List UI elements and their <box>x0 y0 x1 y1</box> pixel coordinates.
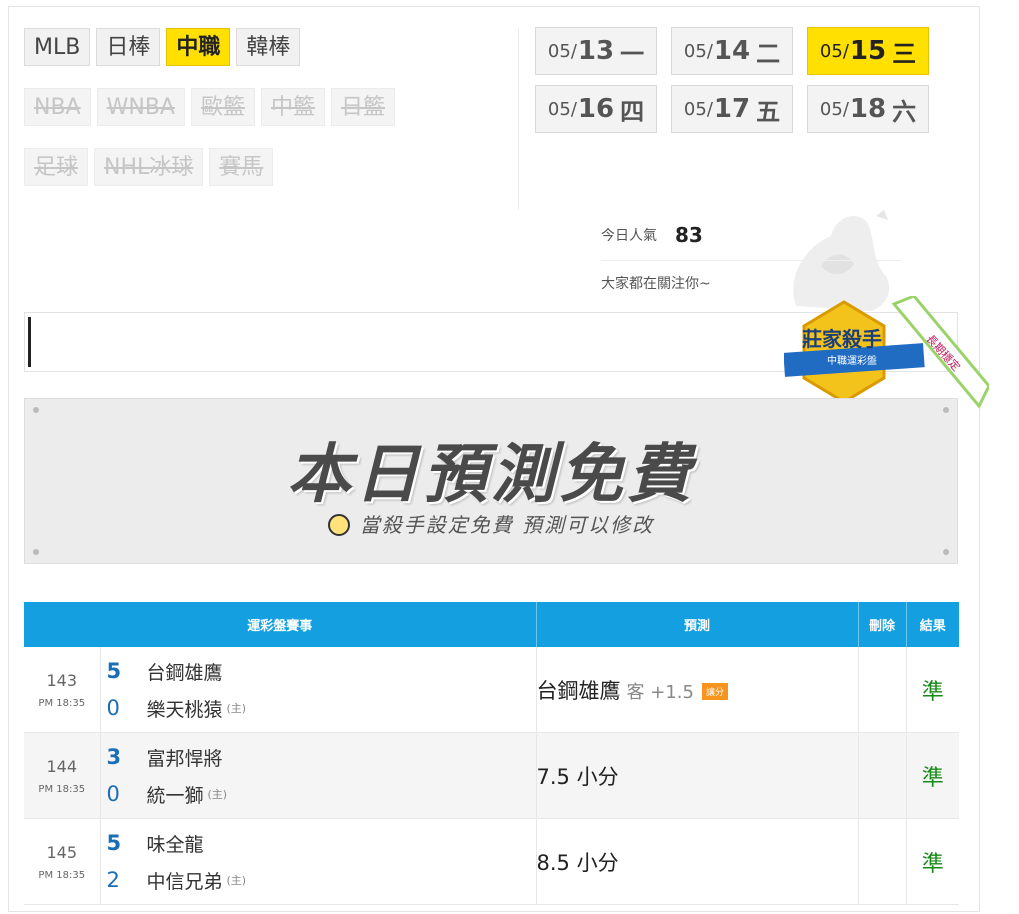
home-score: 0 <box>106 696 120 720</box>
header-result: 結果 <box>906 602 960 647</box>
league-tabs-row-2: NBA WNBA 歐籃 中籃 日籃 <box>24 88 396 126</box>
table-row: 144 PM 18:35 3 富邦悍將 0 統一獅 (主) 7.5 小分 準 <box>24 732 960 819</box>
game-id-cell: 145 PM 18:35 <box>24 818 101 905</box>
away-team: 台鋼雄鷹 <box>146 661 223 684</box>
popularity-message: 大家都在關注你~ <box>601 276 711 292</box>
home-marker: (主) <box>207 788 228 801</box>
header-prediction: 預測 <box>536 602 859 647</box>
date-button-0517[interactable]: 05/17 五 <box>671 85 793 133</box>
home-marker: (主) <box>226 874 247 887</box>
table-header: 運彩盤賽事 預測 刪除 結果 <box>24 602 960 647</box>
league-tab-nhl: NHL冰球 <box>94 148 204 186</box>
league-tab-horse-racing: 賽馬 <box>209 148 274 186</box>
date-button-0518[interactable]: 05/18 六 <box>807 85 929 133</box>
date-button-0516[interactable]: 05/16 四 <box>535 85 657 133</box>
badge-ribbon: 中職運彩盤 <box>827 354 877 367</box>
screw-icon <box>943 407 949 413</box>
league-tabs-row-3: 足球 NHL冰球 賽馬 <box>24 148 274 186</box>
delete-cell[interactable] <box>858 818 907 905</box>
banner-subtitle: 當殺手設定免費 預測可以修改 <box>25 509 957 538</box>
matchup-cell: 3 富邦悍將 0 統一獅 (主) <box>100 732 537 819</box>
popularity-label: 今日人氣 <box>601 228 657 244</box>
prediction-cell: 7.5 小分 <box>536 732 859 819</box>
home-team: 中信兄弟 <box>146 870 223 893</box>
divider <box>518 28 519 210</box>
away-team: 富邦悍將 <box>146 747 223 770</box>
lightbulb-icon <box>327 514 350 536</box>
league-tab-china-basketball: 中籃 <box>260 88 325 126</box>
result-cell: 準 <box>906 732 960 819</box>
games-table: 運彩盤賽事 預測 刪除 結果 143 PM 18:35 5 台鋼雄鷹 0 樂天桃猿 (主… <box>24 602 960 905</box>
away-score: 5 <box>106 659 122 683</box>
header-event: 運彩盤賽事 <box>24 602 537 647</box>
home-score: 0 <box>106 782 120 806</box>
date-button-0515[interactable]: 05/15 三 <box>807 27 929 75</box>
delete-cell[interactable] <box>858 732 907 819</box>
screw-icon <box>943 549 949 555</box>
league-tab-soccer: 足球 <box>24 148 89 186</box>
screw-icon <box>33 407 39 413</box>
popularity-value: 83 <box>675 223 703 247</box>
badge-title: 莊家殺手 <box>802 327 882 351</box>
screw-icon <box>33 549 39 555</box>
away-team: 味全龍 <box>146 833 204 856</box>
prediction-cell: 8.5 小分 <box>536 818 859 905</box>
home-team: 統一獅 <box>146 784 204 807</box>
league-tabs-row-1: MLB 日棒 中職 韓棒 <box>24 28 301 66</box>
banner-title: 本日預測免費 <box>287 438 695 512</box>
league-tab-cpbl[interactable]: 中職 <box>166 28 231 66</box>
league-tab-japan-basketball: 日籃 <box>331 88 396 126</box>
league-tab-npb[interactable]: 日棒 <box>96 28 161 66</box>
game-id-cell: 144 PM 18:35 <box>24 732 101 819</box>
home-marker: (主) <box>226 702 247 715</box>
text-caret <box>28 317 31 367</box>
away-score: 3 <box>106 745 122 769</box>
league-tab-kbo[interactable]: 韓棒 <box>236 28 301 66</box>
popularity-panel: 今日人氣 83 大家都在關注你~ <box>601 220 901 293</box>
date-selector: 05/13 一 05/14 二 05/15 三 05/16 四 05/17 五 05/18… <box>535 27 929 133</box>
table-row: 145 PM 18:35 5 味全龍 2 中信兄弟 (主) 8.5 小分 準 <box>24 818 960 905</box>
result-cell: 準 <box>906 647 960 733</box>
prediction-cell: 台鋼雄鷹客 +1.5 讓分 <box>536 647 859 733</box>
game-id-cell: 143 PM 18:35 <box>24 647 101 733</box>
date-button-0513[interactable]: 05/13 一 <box>535 27 657 75</box>
league-tab-wnba: WNBA <box>96 88 185 126</box>
prediction-side: 客 +1.5 <box>626 681 694 703</box>
home-score: 2 <box>106 868 120 892</box>
matchup-cell: 5 味全龍 2 中信兄弟 (主) <box>100 818 537 905</box>
free-prediction-banner: 本日預測免費 當殺手設定免費 預測可以修改 <box>24 398 958 564</box>
table-row: 143 PM 18:35 5 台鋼雄鷹 0 樂天桃猿 (主) 台鋼雄鷹客 +1.5 讓分 … <box>24 647 960 733</box>
league-tab-mlb[interactable]: MLB <box>24 28 91 66</box>
delete-cell[interactable] <box>858 647 907 733</box>
home-team: 樂天桃猿 <box>146 698 223 721</box>
away-score: 5 <box>106 831 122 855</box>
league-tab-nba: NBA <box>24 88 91 126</box>
league-tab-euro-basketball: 歐籃 <box>190 88 255 126</box>
result-cell: 準 <box>906 818 960 905</box>
date-button-0514[interactable]: 05/14 二 <box>671 27 793 75</box>
header-delete: 刪除 <box>858 602 907 647</box>
matchup-cell: 5 台鋼雄鷹 0 樂天桃猿 (主) <box>100 647 537 733</box>
handicap-tag: 讓分 <box>701 682 728 700</box>
